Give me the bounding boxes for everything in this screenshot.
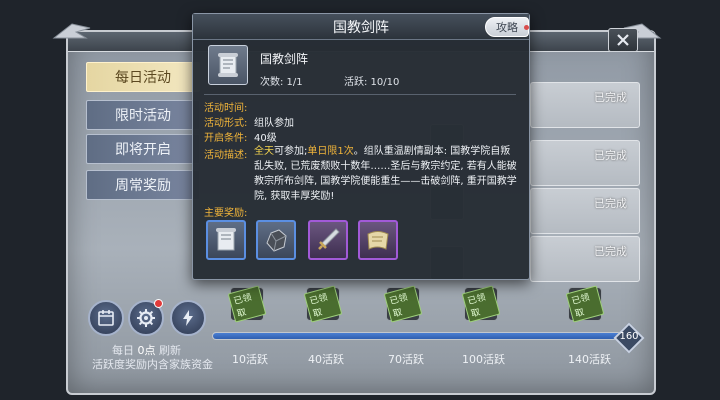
activity-count: 次数: 1/1: [260, 77, 303, 88]
row-status: 已完成: [594, 149, 627, 162]
milestone-chest[interactable]: 已领取: [383, 285, 423, 323]
milestone-chest[interactable]: 已领取: [227, 285, 267, 323]
scroll-icon: [216, 228, 236, 251]
guide-notification-dot: [524, 25, 529, 30]
milestone-label: 40活跃: [308, 353, 344, 366]
activity-row[interactable]: 已完成: [530, 188, 640, 234]
close-button[interactable]: [608, 28, 638, 52]
tab-upcoming[interactable]: 即将开启: [86, 134, 200, 164]
calendar-icon: [98, 310, 114, 326]
notification-dot: [154, 299, 163, 308]
guide-button[interactable]: 攻略: [485, 17, 529, 37]
row-status: 已完成: [594, 91, 627, 104]
milestone-label: 140活跃: [568, 353, 611, 366]
lightning-icon: [183, 310, 193, 326]
time-label: 活动时间:: [204, 103, 248, 114]
condition-value: 40级: [254, 133, 277, 144]
activity-row[interactable]: 已完成: [530, 82, 640, 128]
activity-row[interactable]: 已完成: [530, 140, 640, 186]
rewards-label: 主要奖励:: [204, 208, 248, 219]
divider: [204, 94, 516, 95]
close-icon: [617, 34, 629, 46]
tab-weekly[interactable]: 周常奖励: [86, 170, 200, 200]
activity-name: 国教剑阵: [260, 52, 309, 66]
sword-icon: [318, 228, 340, 250]
activity-description: 全天可参加;单日限1次。组队重温剧情副本: 国教学院自叛乱失败, 已荒废颓败十数…: [254, 146, 517, 202]
ore-icon: [266, 229, 287, 252]
milestone-chest[interactable]: 已领取: [461, 285, 501, 323]
calendar-button[interactable]: [88, 300, 124, 336]
progress-fill: [213, 333, 625, 339]
parchment-icon: [367, 231, 389, 250]
form-value: 组队参加: [254, 118, 294, 129]
description-label: 活动描述:: [204, 150, 248, 161]
reward-item[interactable]: [308, 220, 348, 260]
activity-active-points: 活跃: 10/10: [344, 77, 400, 88]
condition-label: 开启条件:: [204, 133, 248, 144]
tab-limited[interactable]: 限时活动: [86, 100, 200, 130]
reward-item[interactable]: [358, 220, 398, 260]
reward-item[interactable]: [256, 220, 296, 260]
activity-progress-bar: [212, 332, 626, 340]
milestone-chest[interactable]: 已领取: [565, 285, 605, 323]
tab-daily[interactable]: 每日活动: [86, 62, 200, 92]
activity-row[interactable]: 已完成: [530, 236, 640, 282]
activity-icon: [208, 45, 248, 85]
milestone-label: 100活跃: [462, 353, 505, 366]
left-wing-ornament-icon: [52, 23, 91, 39]
row-status: 已完成: [594, 197, 627, 210]
progress-cap-value: 160: [619, 331, 639, 342]
row-status: 已完成: [594, 245, 627, 258]
form-label: 活动形式:: [204, 118, 248, 129]
milestone-label: 10活跃: [232, 353, 268, 366]
milestone-chest[interactable]: 已领取: [303, 285, 343, 323]
reward-item[interactable]: [206, 220, 246, 260]
boost-button[interactable]: [170, 300, 206, 336]
popup-title: 国教剑阵: [193, 14, 529, 40]
scroll-icon: [218, 53, 238, 77]
activity-hint: 活跃度奖励内含家族资金: [92, 358, 213, 371]
milestone-label: 70活跃: [388, 353, 424, 366]
gear-icon: [137, 309, 155, 327]
